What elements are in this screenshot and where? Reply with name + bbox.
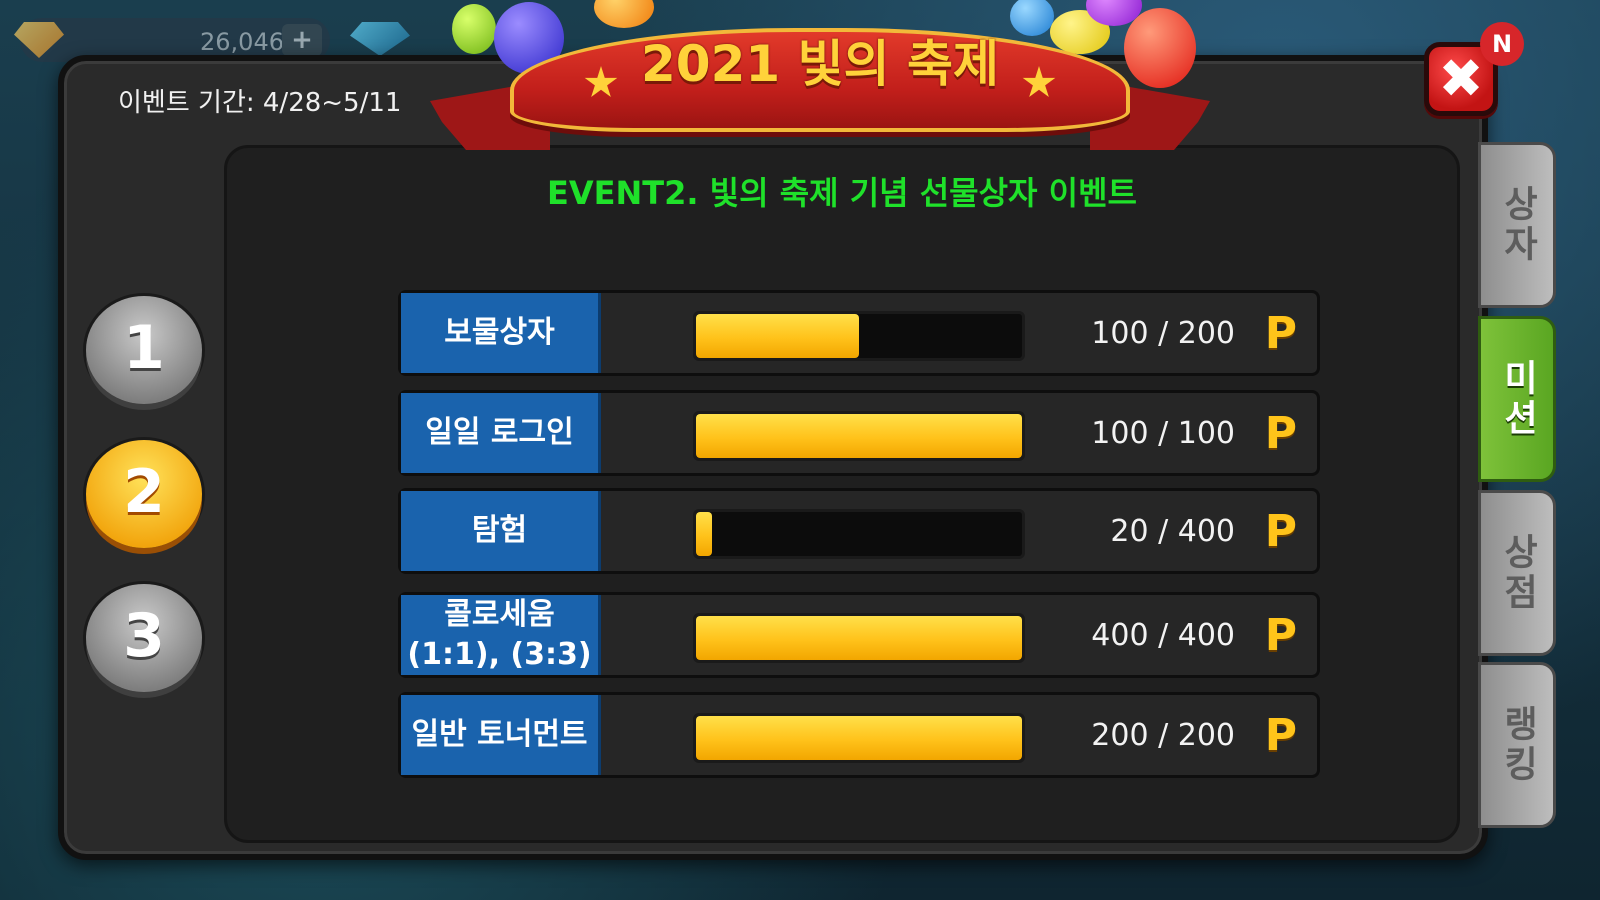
mission-name: 일반 토너먼트: [401, 695, 601, 775]
progress-fill: [696, 512, 713, 556]
mission-row: 콜로세움 (1:1), (3:3) 400 / 400 P: [398, 592, 1320, 678]
progress-bar: [693, 311, 1025, 361]
mission-score: 200 / 200: [1091, 717, 1235, 753]
progress-bar: [693, 713, 1025, 763]
mission-score: 100 / 200: [1091, 315, 1235, 351]
point-icon: P: [1264, 709, 1297, 761]
tab-mission[interactable]: 미션: [1478, 316, 1556, 482]
step-button-2[interactable]: 2: [86, 440, 202, 548]
progress-fill: [696, 314, 859, 358]
point-icon: P: [1264, 307, 1297, 359]
progress-fill: [696, 414, 1022, 458]
step-button-1[interactable]: 1: [86, 296, 202, 404]
mission-score: 20 / 400: [1110, 513, 1235, 549]
tab-shop[interactable]: 상점: [1478, 490, 1556, 656]
tab-box[interactable]: 상자: [1478, 142, 1556, 308]
mission-score: 100 / 100: [1091, 415, 1235, 451]
mission-name: 일일 로그인: [401, 393, 601, 473]
mission-row: 일반 토너먼트 200 / 200 P: [398, 692, 1320, 778]
mission-row: 보물상자 100 / 200 P: [398, 290, 1320, 376]
point-icon: P: [1264, 407, 1297, 459]
progress-fill: [696, 616, 1022, 660]
mission-name: 탐험: [401, 491, 601, 571]
progress-fill: [696, 716, 1022, 760]
currency-value: 26,046: [200, 28, 284, 56]
add-currency-button[interactable]: +: [282, 24, 322, 56]
event-subtitle: EVENT2. 빛의 축제 기념 선물상자 이벤트: [547, 174, 1137, 212]
progress-bar: [693, 613, 1025, 663]
mission-name: 보물상자: [401, 293, 601, 373]
point-icon: P: [1264, 609, 1297, 661]
event-period: 이벤트 기간: 4/28~5/11: [118, 88, 402, 118]
mission-row: 일일 로그인 100 / 100 P: [398, 390, 1320, 476]
step-button-3[interactable]: 3: [86, 584, 202, 692]
progress-bar: [693, 509, 1025, 559]
title-banner: 2021 빛의 축제: [430, 0, 1210, 170]
progress-bar: [693, 411, 1025, 461]
tab-ranking[interactable]: 랭킹: [1478, 662, 1556, 828]
mission-name: 콜로세움 (1:1), (3:3): [401, 595, 601, 675]
mission-score: 400 / 400: [1091, 617, 1235, 653]
notification-badge: N: [1480, 22, 1524, 66]
event-title: 2021 빛의 축제: [641, 35, 999, 93]
point-icon: P: [1264, 505, 1297, 557]
mission-row: 탐험 20 / 400 P: [398, 488, 1320, 574]
